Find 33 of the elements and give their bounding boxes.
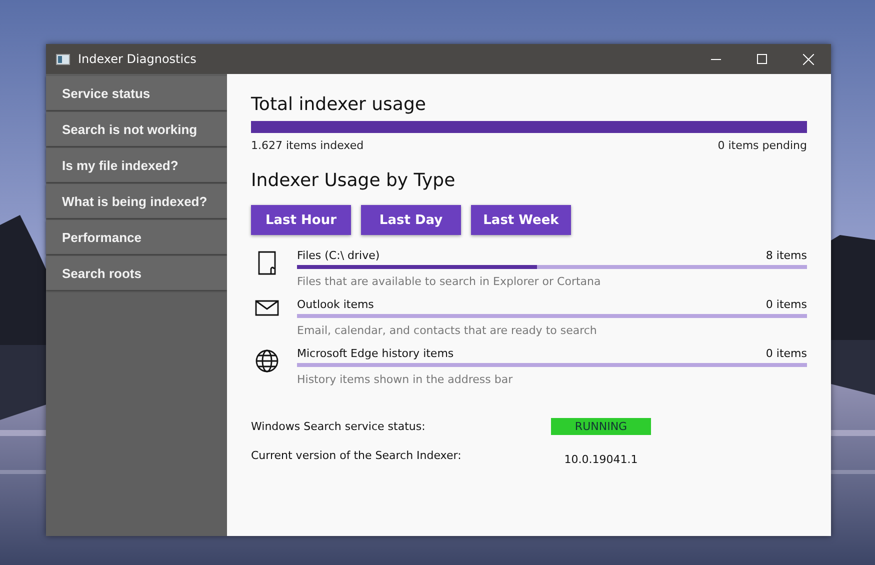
section-heading: Indexer Usage by Type <box>251 170 456 191</box>
window-title: Indexer Diagnostics <box>78 52 198 66</box>
time-range-button[interactable]: Last Hour <box>251 205 351 235</box>
mail-icon <box>255 300 279 316</box>
section-heading: Total indexer usage <box>251 94 427 115</box>
item-count: 0 items <box>766 347 807 360</box>
maximize-icon <box>757 54 767 64</box>
version-value: 10.0.19041.1 <box>563 452 639 466</box>
item-count: 0 items <box>766 298 807 311</box>
document-icon <box>258 251 276 275</box>
indexed-count: 1.627 items indexed <box>251 139 364 152</box>
item-description: History items shown in the address bar <box>297 373 514 386</box>
sidebar-item[interactable]: Performance <box>46 220 227 254</box>
sidebar-item[interactable]: What is being indexed? <box>46 184 227 218</box>
sidebar-item[interactable]: Service status <box>46 76 227 110</box>
item-name: Outlook items <box>297 298 374 311</box>
status-label: Windows Search service status: <box>251 420 426 433</box>
globe-icon <box>255 349 279 373</box>
sidebar-item[interactable]: Search is not working <box>46 112 227 146</box>
item-count: 8 items <box>766 249 807 262</box>
item-description: Email, calendar, and contacts that are ready to search <box>297 324 598 337</box>
item-name: Microsoft Edge history items <box>297 347 454 360</box>
item-name: Files (C:\ drive) <box>297 249 380 262</box>
pending-count: 0 items pending <box>718 139 807 152</box>
running-status: RUNNING <box>551 418 651 435</box>
app-icon <box>56 54 70 64</box>
time-range-button[interactable]: Last Day <box>361 205 461 235</box>
item-description: Files that are available to search in Explorer or Cortana <box>297 275 602 288</box>
sidebar-item[interactable]: Is my file indexed? <box>46 148 227 182</box>
sidebar-item[interactable]: Search roots <box>46 256 227 290</box>
time-range-button[interactable]: Last Week <box>471 205 571 235</box>
close-icon <box>802 54 814 64</box>
version-label: Current version of the Search Indexer: <box>251 449 462 462</box>
